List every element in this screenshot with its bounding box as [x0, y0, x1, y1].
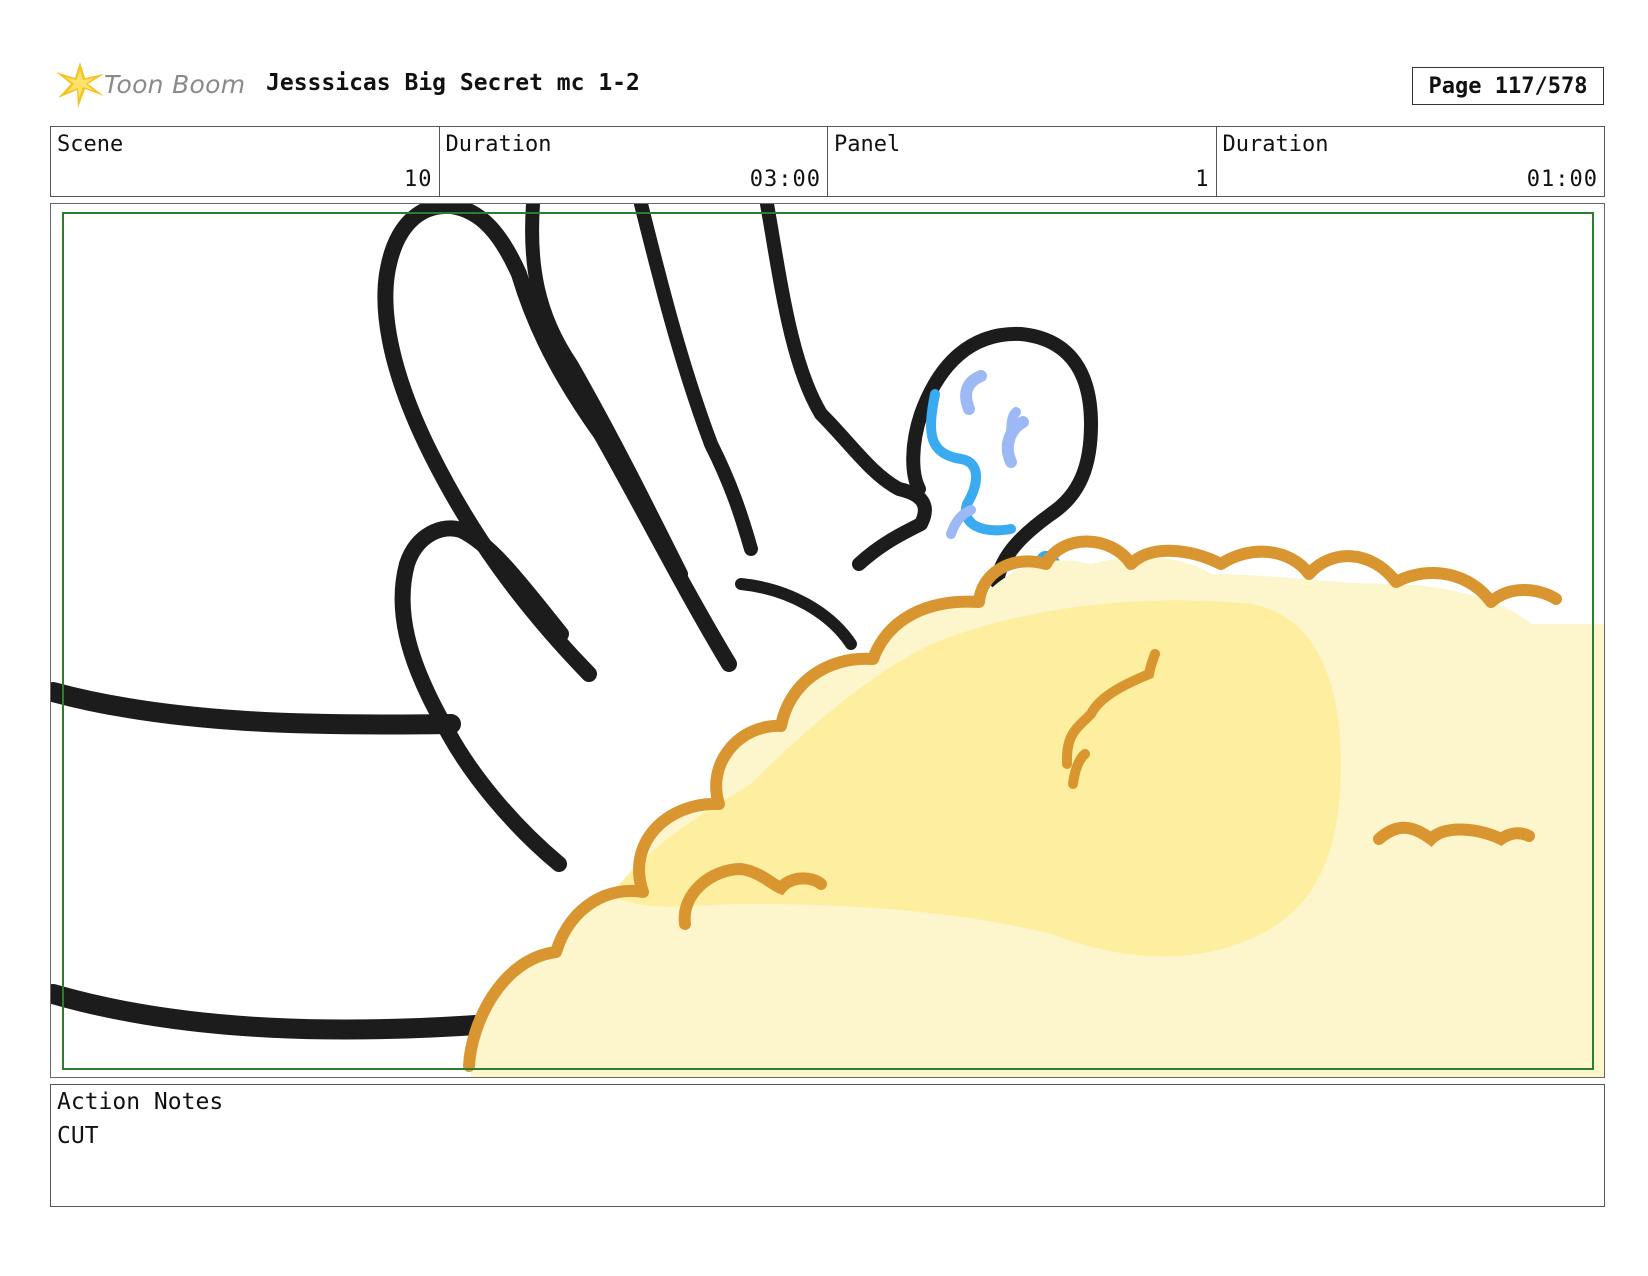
starburst-icon [56, 62, 104, 108]
action-notes-text: CUT [57, 1123, 99, 1149]
storyboard-panel [50, 203, 1605, 1078]
dust-cloud [463, 535, 1604, 1077]
panel-drawing [51, 204, 1604, 1077]
panel-duration-value: 01:00 [1526, 167, 1598, 192]
scene-value: 10 [404, 167, 433, 192]
page-indicator: Page 117/578 [1412, 67, 1604, 105]
panel-duration-cell: Duration 01:00 [1217, 127, 1605, 196]
toon-boom-logo: Toon Boom [52, 56, 245, 112]
scene-duration-value: 03:00 [749, 167, 821, 192]
panel-cell: Panel 1 [828, 127, 1217, 196]
panel-value: 1 [1195, 167, 1210, 192]
scene-label: Scene [57, 132, 124, 157]
scene-duration-cell: Duration 03:00 [440, 127, 828, 196]
scene-cell: Scene 10 [51, 127, 440, 196]
action-notes-label: Action Notes [57, 1089, 224, 1115]
storyboard-title: Jesssicas Big Secret mc 1-2 [266, 70, 640, 96]
scene-info-table: Scene 10 Duration 03:00 Panel 1 Duration… [50, 126, 1605, 197]
panel-duration-label: Duration [1222, 132, 1329, 157]
panel-label: Panel [834, 132, 901, 157]
scene-duration-label: Duration [445, 132, 552, 157]
action-notes-box: Action Notes CUT [50, 1084, 1605, 1207]
brand-name: Toon Boom [104, 69, 246, 99]
sweat-drop-marks [926, 370, 1072, 583]
